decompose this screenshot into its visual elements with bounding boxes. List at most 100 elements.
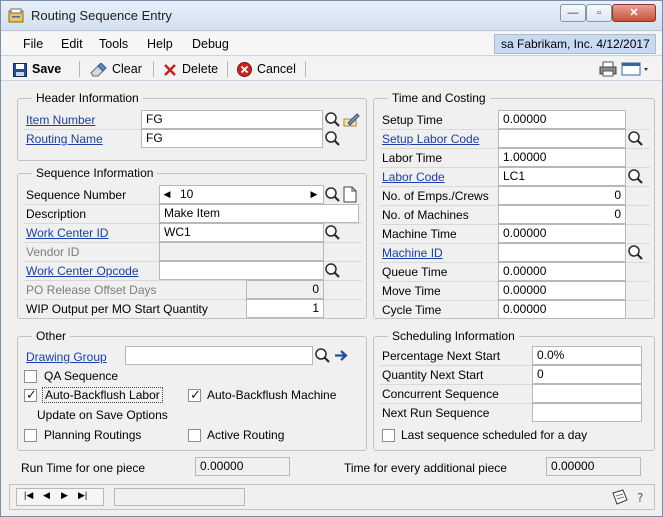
toolbar-separator: [305, 61, 306, 77]
quantity-next-start-label: Quantity Next Start: [382, 368, 484, 382]
description-field[interactable]: Make Item: [159, 204, 359, 223]
arrow-right-icon[interactable]: [333, 347, 350, 364]
menu-help[interactable]: Help: [147, 37, 173, 51]
move-time-field[interactable]: 0.00000: [498, 281, 626, 300]
work-center-opcode-field[interactable]: [159, 261, 324, 280]
note-icon[interactable]: [611, 489, 629, 505]
routing-name-field[interactable]: FG: [141, 129, 323, 148]
setup-labor-code-link[interactable]: Setup Labor Code: [382, 132, 479, 146]
menu-file[interactable]: File: [23, 37, 43, 51]
concurrent-sequence-field[interactable]: [532, 384, 642, 403]
work-center-id-link[interactable]: Work Center ID: [26, 226, 108, 240]
machine-time-field[interactable]: 0.00000: [498, 224, 626, 243]
item-number-link[interactable]: Item Number: [26, 113, 95, 127]
other-group: Other Drawing Group QA Sequence Auto-Bac…: [17, 329, 367, 451]
last-sequence-label: Last sequence scheduled for a day: [401, 428, 588, 442]
run-time-field: 0.00000: [195, 457, 290, 476]
lookup-magnifier-icon[interactable]: [627, 168, 644, 185]
window-title: Routing Sequence Entry: [31, 8, 172, 23]
auto-backflush-machine-checkbox[interactable]: [188, 387, 201, 403]
setup-time-field[interactable]: 0.00000: [498, 110, 626, 129]
close-button[interactable]: ✕: [612, 4, 656, 22]
next-record-icon[interactable]: ▶: [61, 490, 68, 501]
delete-button[interactable]: Delete: [163, 60, 218, 78]
lookup-magnifier-icon[interactable]: [324, 130, 341, 147]
next-sequence-arrow[interactable]: ▶: [308, 186, 320, 203]
qa-sequence-label: QA Sequence: [44, 369, 119, 383]
labor-code-field[interactable]: LC1: [498, 167, 626, 186]
bottom-navigation-bar: |◀ ◀ ▶ ▶| ?: [9, 484, 655, 510]
queue-time-field[interactable]: 0.00000: [498, 262, 626, 281]
scheduling-information-group: Scheduling Information Percentage Next S…: [373, 329, 655, 451]
drawing-group-link[interactable]: Drawing Group: [26, 350, 107, 364]
machine-id-link[interactable]: Machine ID: [382, 246, 443, 260]
first-record-icon[interactable]: |◀: [24, 490, 33, 501]
minimize-button[interactable]: —: [560, 4, 586, 22]
next-run-sequence-field[interactable]: [532, 403, 642, 422]
time-costing-group: Time and Costing Setup Time 0.00000 Setu…: [373, 91, 655, 319]
toolbar: Save Clear Delete Cancel: [1, 57, 662, 81]
percentage-next-start-label: Percentage Next Start: [382, 349, 501, 363]
move-time-label: Move Time: [382, 284, 441, 298]
labor-code-link[interactable]: Labor Code: [382, 170, 445, 184]
form-content: Header Information Item Number FG Routin…: [9, 85, 655, 481]
user-company-date[interactable]: sa Fabrikam, Inc. 4/12/2017: [494, 34, 656, 54]
delete-x-icon: [164, 63, 176, 76]
auto-backflush-labor-checkbox[interactable]: [24, 387, 37, 403]
last-sequence-checkbox[interactable]: [382, 429, 395, 442]
auto-backflush-labor-label: Auto-Backflush Labor: [42, 387, 163, 403]
quantity-next-start-field[interactable]: 0: [532, 365, 642, 384]
lookup-magnifier-icon[interactable]: [627, 130, 644, 147]
labor-time-field[interactable]: 1.00000: [498, 148, 626, 167]
sequence-number-field[interactable]: 10: [159, 185, 324, 204]
window-options-icon[interactable]: [621, 61, 651, 77]
drawing-group-field[interactable]: [125, 346, 313, 365]
item-number-field[interactable]: FG: [141, 110, 323, 129]
machine-id-field[interactable]: [498, 243, 626, 262]
group-title: Scheduling Information: [388, 329, 519, 343]
lookup-magnifier-icon[interactable]: [324, 111, 341, 128]
active-routing-label: Active Routing: [207, 428, 285, 442]
browse-by-field[interactable]: [114, 488, 245, 506]
run-time-label: Run Time for one piece: [21, 461, 146, 475]
work-center-opcode-link[interactable]: Work Center Opcode: [26, 264, 139, 278]
clear-button[interactable]: Clear: [89, 60, 142, 78]
previous-sequence-arrow[interactable]: ◀: [161, 186, 173, 203]
po-release-offset-field: 0: [246, 280, 324, 299]
help-question-icon[interactable]: ?: [634, 490, 650, 504]
routing-sequence-window: Routing Sequence Entry — ▫ ✕ File Edit T…: [0, 0, 663, 517]
lookup-magnifier-icon[interactable]: [314, 347, 331, 364]
group-title: Sequence Information: [32, 166, 158, 180]
save-button[interactable]: Save: [13, 60, 61, 78]
item-note-pencil-icon[interactable]: [343, 111, 360, 128]
toolbar-separator: [153, 61, 154, 77]
emps-crews-field[interactable]: 0: [498, 186, 626, 205]
active-routing-checkbox[interactable]: [188, 429, 201, 442]
vendor-id-label: Vendor ID: [26, 245, 80, 259]
lookup-magnifier-icon[interactable]: [324, 224, 341, 241]
printer-icon[interactable]: [599, 61, 617, 77]
menu-tools[interactable]: Tools: [99, 37, 128, 51]
lookup-magnifier-icon[interactable]: [627, 244, 644, 261]
cancel-button[interactable]: Cancel: [237, 60, 296, 78]
qa-sequence-checkbox[interactable]: [24, 370, 37, 383]
labor-time-label: Labor Time: [382, 151, 443, 165]
work-center-id-field[interactable]: WC1: [159, 223, 324, 242]
percentage-next-start-field[interactable]: 0.0%: [532, 346, 642, 365]
routing-name-link[interactable]: Routing Name: [26, 132, 103, 146]
menu-debug[interactable]: Debug: [192, 37, 229, 51]
planning-routings-label: Planning Routings: [44, 428, 142, 442]
lookup-magnifier-icon[interactable]: [324, 262, 341, 279]
menu-edit[interactable]: Edit: [61, 37, 83, 51]
save-label: Save: [32, 62, 62, 76]
cycle-time-field[interactable]: 0.00000: [498, 300, 626, 319]
wip-output-field[interactable]: 1: [246, 299, 324, 318]
previous-record-icon[interactable]: ◀: [43, 490, 50, 501]
setup-labor-code-field[interactable]: [498, 129, 626, 148]
machines-field[interactable]: 0: [498, 205, 626, 224]
planning-routings-checkbox[interactable]: [24, 429, 37, 442]
maximize-button[interactable]: ▫: [586, 4, 612, 22]
new-document-icon[interactable]: [341, 186, 358, 203]
last-record-icon[interactable]: ▶|: [78, 490, 87, 501]
lookup-magnifier-icon[interactable]: [324, 186, 341, 203]
